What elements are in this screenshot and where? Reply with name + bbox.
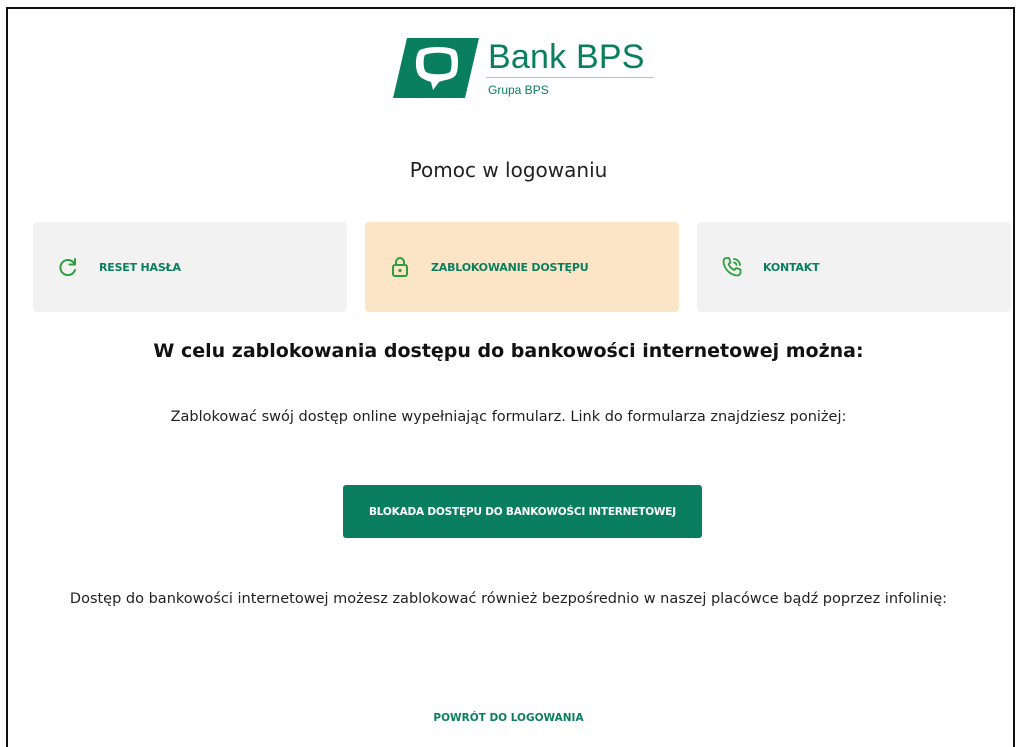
page-title: Pomoc w logowaniu — [409, 158, 608, 182]
bank-group-name: Grupa BPS — [488, 83, 549, 97]
bank-name: Bank BPS — [488, 38, 645, 76]
refresh-icon — [55, 254, 81, 280]
alternative-text: Dostęp do bankowości internetowej możesz… — [69, 591, 948, 607]
page-frame — [6, 7, 1015, 747]
instruction-text: Zablokować swój dostęp online wypełniają… — [170, 409, 847, 425]
tab-contact[interactable]: KONTAKT — [697, 222, 1011, 312]
tab-reset-password[interactable]: RESET HASŁA — [33, 222, 347, 312]
back-to-login-link[interactable]: POWRÓT DO LOGOWANIA — [0, 712, 1017, 724]
bank-logo[interactable]: Bank BPS Grupa BPS — [393, 30, 663, 100]
bank-logo-icon — [393, 38, 479, 98]
tab-label: RESET HASŁA — [99, 260, 181, 274]
tab-label: ZABLOKOWANIE DOSTĘPU — [431, 260, 589, 274]
logo-divider — [486, 77, 654, 78]
tab-label: KONTAKT — [763, 260, 820, 274]
section-heading: W celu zablokowania dostępu do bankowośc… — [153, 340, 864, 362]
tab-block-access[interactable]: ZABLOKOWANIE DOSTĘPU — [365, 222, 679, 312]
phone-icon — [719, 254, 745, 280]
lock-icon — [387, 254, 413, 280]
block-access-button[interactable]: BLOKADA DOSTĘPU DO BANKOWOŚCI INTERNETOW… — [343, 485, 702, 538]
